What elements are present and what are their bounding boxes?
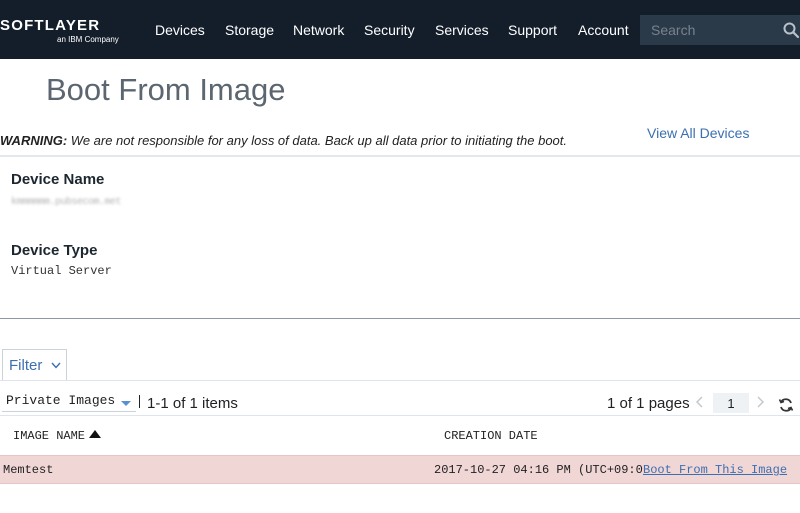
- softlayer-logo[interactable]: SOFTLAYER an IBM Company: [0, 14, 130, 48]
- items-count: 1-1 of 1 items: [147, 395, 238, 412]
- column-header-creation-date[interactable]: CREATION DATE: [444, 429, 538, 443]
- device-name-value: kmmmmmm.pubsecom.met: [11, 197, 122, 208]
- device-type-value: Virtual Server: [11, 264, 112, 278]
- divider: [139, 395, 140, 408]
- device-name-label: Device Name: [11, 171, 105, 188]
- nav-network[interactable]: Network: [293, 22, 344, 38]
- column-header-creation-date-label: CREATION DATE: [444, 429, 538, 443]
- device-info-panel: Device Name kmmmmmm.pubsecom.met Device …: [0, 155, 800, 319]
- column-header-image-name-label: IMAGE NAME: [13, 429, 86, 443]
- nav-support[interactable]: Support: [508, 22, 557, 38]
- nav-services[interactable]: Services: [435, 22, 489, 38]
- logo-subtitle: an IBM Company: [57, 35, 119, 44]
- table-row[interactable]: Memtest 2017-10-27 04:16 PM (UTC+09:0 Bo…: [0, 455, 800, 484]
- nav-account[interactable]: Account: [578, 22, 629, 38]
- nav-security[interactable]: Security: [364, 22, 415, 38]
- image-type-selected: Private Images: [6, 393, 116, 408]
- page-number-input[interactable]: [713, 393, 749, 413]
- warning-message: WARNING: We are not responsible for any …: [0, 133, 567, 149]
- search-box: [640, 15, 800, 45]
- warning-label: WARNING:: [0, 133, 68, 148]
- refresh-icon[interactable]: [778, 397, 794, 413]
- page-title: Boot From Image: [46, 72, 286, 107]
- next-page-icon[interactable]: [754, 394, 766, 410]
- page-count: 1 of 1 pages: [607, 395, 690, 412]
- top-nav: SOFTLAYER an IBM Company Devices Storage…: [0, 0, 800, 59]
- image-type-select[interactable]: Private Images: [2, 390, 136, 412]
- boot-from-image-link[interactable]: Boot From This Image: [643, 463, 787, 477]
- warning-text: We are not responsible for any loss of d…: [67, 133, 567, 148]
- select-underline: [2, 411, 136, 412]
- search-icon[interactable]: [783, 22, 800, 39]
- nav-storage[interactable]: Storage: [225, 22, 274, 38]
- creation-date-cell: 2017-10-27 04:16 PM (UTC+09:0: [434, 463, 643, 477]
- nav-devices[interactable]: Devices: [155, 22, 205, 38]
- sort-ascending-icon: [89, 430, 102, 438]
- logo-text: SOFTLAYER: [0, 17, 101, 34]
- filter-button[interactable]: Filter: [2, 349, 67, 380]
- device-type-label: Device Type: [11, 242, 98, 259]
- table-toolbar: Private Images 1-1 of 1 items 1 of 1 pag…: [0, 380, 800, 416]
- chevron-down-icon: [51, 362, 61, 369]
- search-input[interactable]: [640, 15, 775, 45]
- filter-label: Filter: [9, 357, 43, 374]
- caret-down-icon: [121, 401, 131, 406]
- prev-page-icon[interactable]: [694, 394, 706, 410]
- column-header-image-name[interactable]: IMAGE NAME: [13, 429, 102, 443]
- image-name-cell: Memtest: [3, 463, 54, 477]
- view-all-devices-link[interactable]: View All Devices: [647, 125, 749, 141]
